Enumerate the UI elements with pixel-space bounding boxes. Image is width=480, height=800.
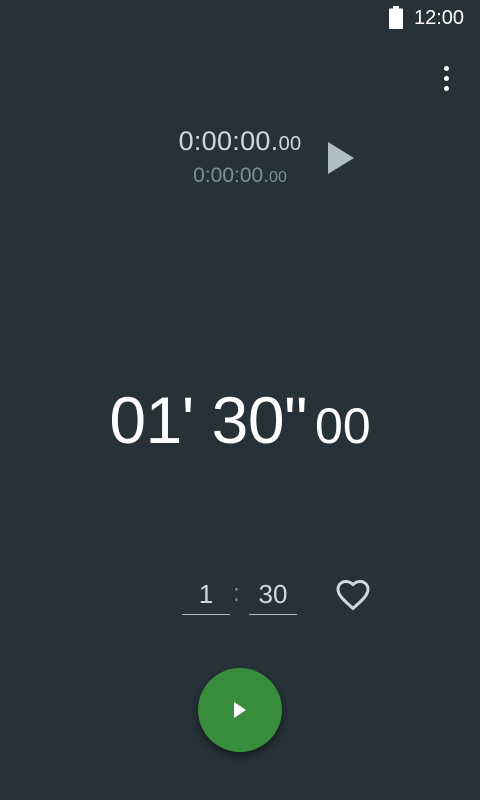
time-separator: : bbox=[233, 580, 240, 607]
battery-icon bbox=[389, 6, 403, 29]
start-timer-button[interactable] bbox=[198, 668, 282, 752]
lap-time-secondary: 0:00:00.00 bbox=[150, 164, 330, 188]
timer-main-value: 01' 30" bbox=[109, 383, 308, 457]
play-icon bbox=[234, 702, 246, 718]
timer-display: 01' 30" 00 bbox=[0, 382, 480, 458]
status-bar: 12:00 bbox=[0, 0, 480, 38]
lap-primary-fraction: 00 bbox=[278, 133, 302, 155]
lap-secondary-main: 0:00:00. bbox=[193, 164, 270, 187]
lap-secondary-fraction: 00 bbox=[269, 169, 287, 186]
lap-time-primary: 0:00:00.00 bbox=[150, 126, 330, 157]
overflow-menu-icon[interactable] bbox=[436, 62, 456, 96]
heart-icon[interactable] bbox=[334, 577, 372, 613]
seconds-input[interactable] bbox=[249, 574, 297, 615]
minutes-field-wrap bbox=[182, 574, 230, 618]
status-clock: 12:00 bbox=[414, 7, 465, 29]
minutes-input[interactable] bbox=[182, 574, 230, 615]
lap-primary-main: 0:00:00. bbox=[178, 126, 279, 156]
seconds-field-wrap bbox=[249, 574, 297, 618]
lap-play-icon[interactable] bbox=[325, 138, 357, 178]
timer-fraction-value: 00 bbox=[315, 398, 371, 454]
